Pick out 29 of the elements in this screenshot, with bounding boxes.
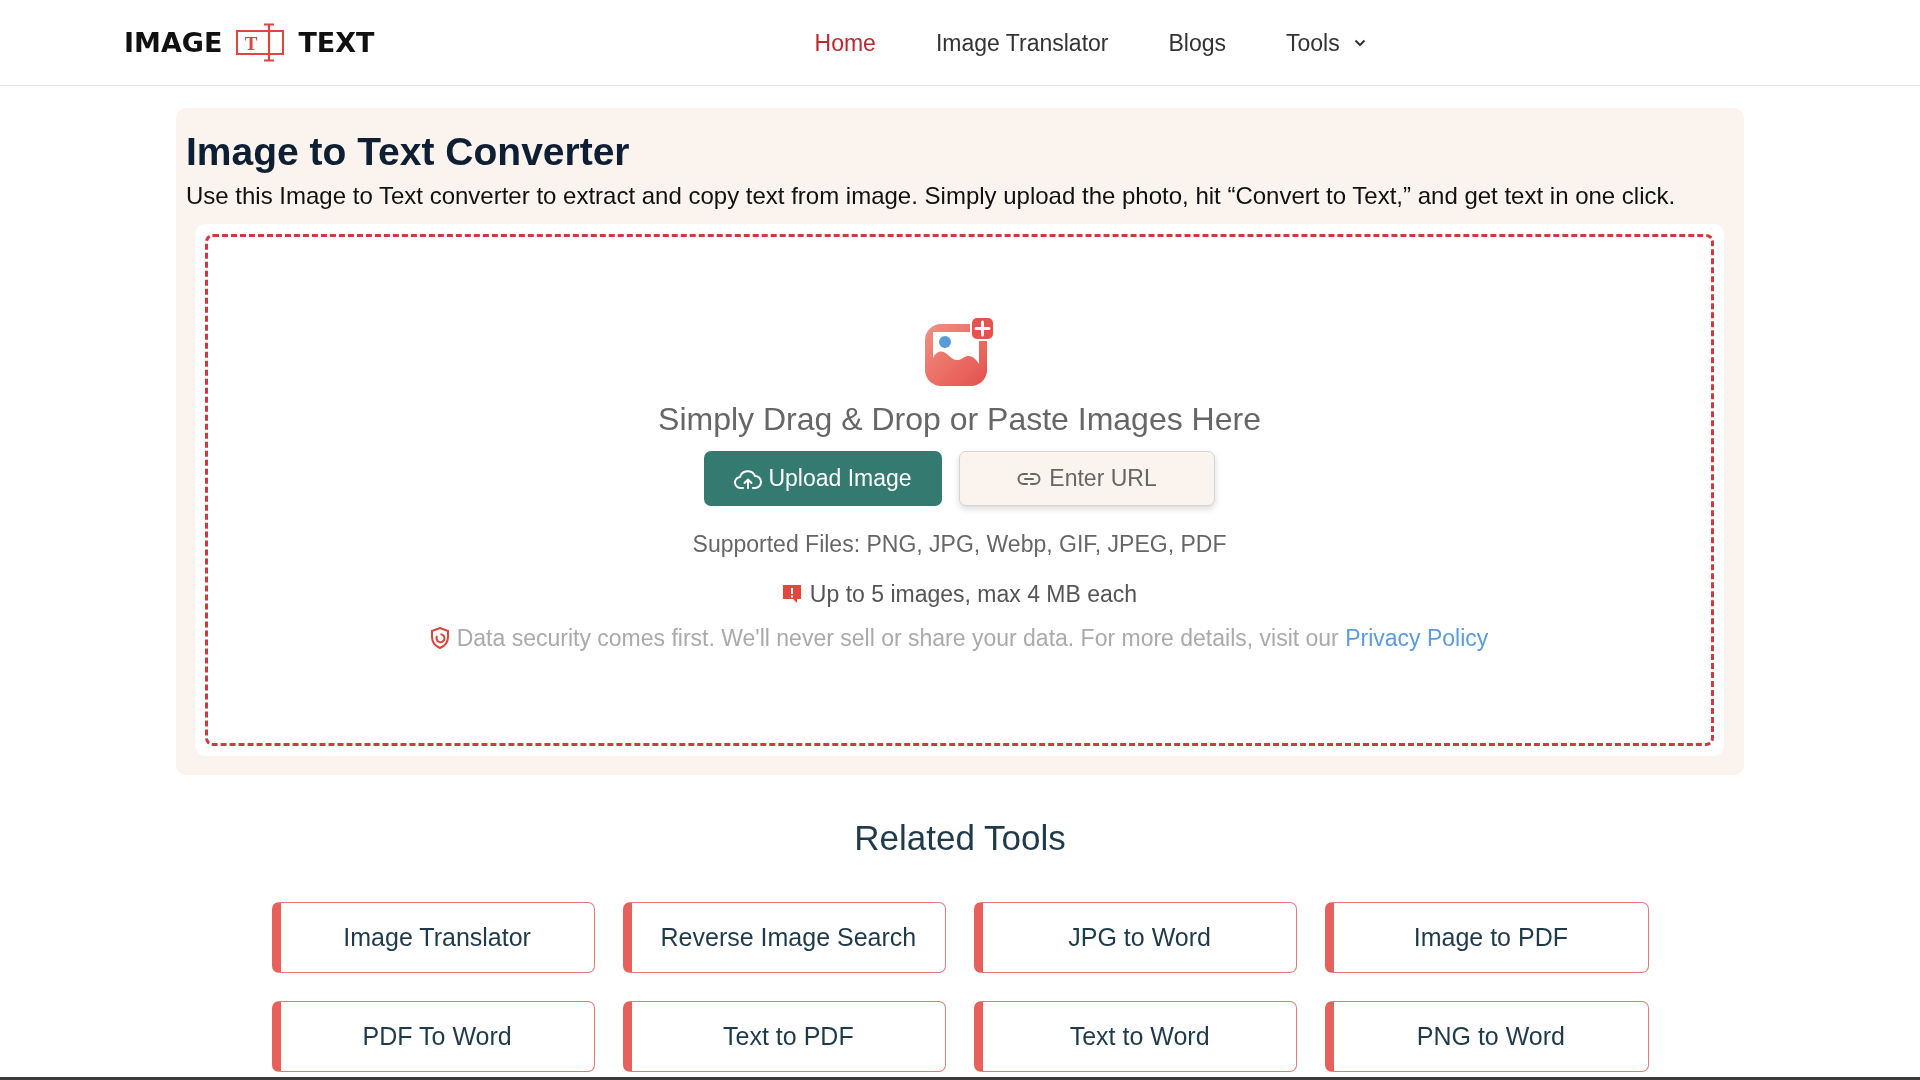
logo-text: IMAGE bbox=[124, 26, 223, 59]
upload-image-button[interactable]: Upload Image bbox=[704, 451, 942, 506]
cloud-upload-icon bbox=[734, 468, 763, 489]
tool-link[interactable]: Image Translator bbox=[271, 902, 595, 973]
logo-text: TEXT bbox=[298, 26, 375, 59]
tool-link[interactable]: PDF To Word bbox=[271, 1001, 595, 1072]
enter-url-button[interactable]: Enter URL bbox=[959, 451, 1215, 506]
drop-prompt: Simply Drag & Drop or Paste Images Here bbox=[658, 401, 1261, 437]
page-title: Image to Text Converter bbox=[186, 130, 631, 174]
page-description: Use this Image to Text converter to extract and copy text from image. Simply upload the photo, hit “Convert to Text,” and get text in one click. bbox=[186, 182, 1677, 210]
tool-link[interactable]: JPG to Word bbox=[974, 902, 1298, 973]
alert-message-icon bbox=[781, 584, 802, 604]
tool-link[interactable]: Reverse Image Search bbox=[622, 902, 946, 973]
section-title: Related Tools bbox=[854, 818, 1066, 858]
chevron-down-icon bbox=[1353, 38, 1366, 47]
link-icon bbox=[1017, 471, 1042, 486]
privacy-note: Data security comes first. We'll never sell or share your data. For more details, visit our Privacy Policy bbox=[456, 624, 1489, 652]
nav-link[interactable]: Blogs bbox=[1168, 28, 1227, 57]
shield-icon bbox=[430, 627, 449, 649]
upload-limit-text: Up to 5 images, max 4 MB each bbox=[809, 580, 1138, 608]
tool-link[interactable]: Text to PDF bbox=[622, 1001, 946, 1072]
nav-link[interactable]: Image Translator bbox=[935, 28, 1109, 57]
supported-files-text: Supported Files: PNG, JPG, Webp, GIF, JPEG, PDF bbox=[692, 530, 1227, 558]
tool-link[interactable]: Image to PDF bbox=[1325, 902, 1649, 973]
tool-link[interactable]: Text to Word bbox=[974, 1001, 1298, 1072]
tools-menu-button[interactable]: Tools bbox=[1286, 28, 1366, 57]
image-plus-icon bbox=[924, 316, 995, 386]
tool-link[interactable]: PNG to Word bbox=[1325, 1001, 1649, 1072]
nav-link[interactable]: Home bbox=[814, 28, 876, 57]
